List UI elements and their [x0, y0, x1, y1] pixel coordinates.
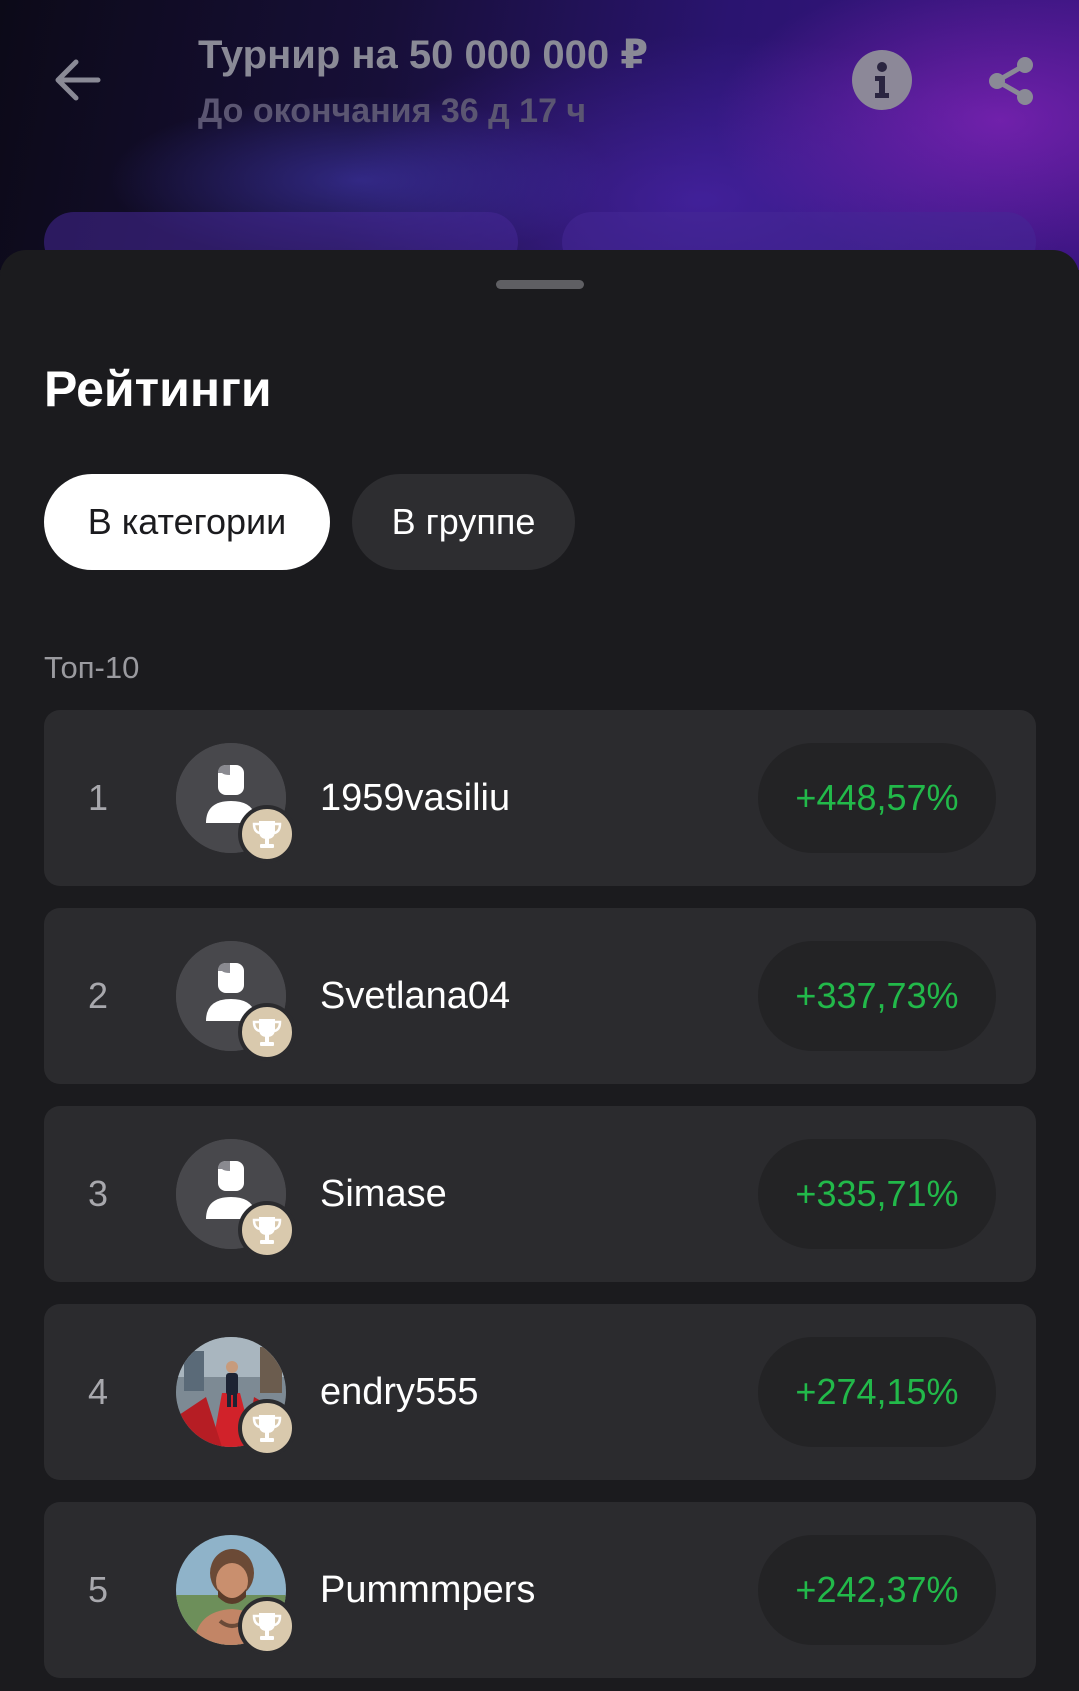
trophy-badge: [238, 1597, 296, 1655]
tab-in-group[interactable]: В группе: [352, 474, 575, 570]
tournament-header-background: Турнир на 50 000 000 ₽ До окончания 36 д…: [0, 0, 1079, 272]
rank-number: 5: [88, 1569, 109, 1610]
tab-in-category[interactable]: В категории: [44, 474, 330, 570]
leaderboard-row[interactable]: 3 Simase +335,71%: [44, 1106, 1036, 1282]
trophy-icon: [252, 1019, 282, 1046]
trophy-icon: [252, 821, 282, 848]
rank-number: 1: [88, 777, 109, 818]
trophy-icon: [252, 1415, 282, 1442]
share-button[interactable]: [980, 50, 1042, 112]
trophy-badge: [238, 1003, 296, 1061]
username: Pummmpers: [320, 1568, 536, 1611]
trophy-badge: [238, 805, 296, 863]
info-button[interactable]: [852, 50, 912, 110]
ratings-bottom-sheet: Рейтинги В категории В группе Топ-10 1 1…: [0, 250, 1079, 1691]
top-10-label: Топ-10: [44, 650, 140, 685]
share-icon: [989, 57, 1033, 105]
trophy-badge: [238, 1399, 296, 1457]
trophy-icon: [252, 1217, 282, 1244]
username: endry555: [320, 1370, 479, 1413]
profit-percent: +274,15%: [758, 1337, 996, 1447]
trophy-icon: [252, 1613, 282, 1640]
rank-number: 3: [88, 1173, 109, 1214]
profit-percent: +335,71%: [758, 1139, 996, 1249]
leaderboard-row[interactable]: 2 Svetlana04 +337,73%: [44, 908, 1036, 1084]
leaderboard-row[interactable]: 1 1959vasiliu +448,57%: [44, 710, 1036, 886]
page-title: Турнир на 50 000 000 ₽: [198, 33, 649, 77]
leaderboard-row[interactable]: 5 Pummmpers +242,37%: [44, 1502, 1036, 1678]
arrow-left-icon: [55, 59, 101, 101]
info-icon: [875, 62, 889, 98]
profit-percent: +337,73%: [758, 941, 996, 1051]
rank-number: 2: [88, 975, 109, 1016]
username: Svetlana04: [320, 974, 511, 1017]
rank-number: 4: [88, 1371, 109, 1412]
sheet-title: Рейтинги: [44, 361, 272, 417]
leaderboard-row[interactable]: 4 endry555 +274,15%: [44, 1304, 1036, 1480]
trophy-badge: [238, 1201, 296, 1259]
profit-percent: +448,57%: [758, 743, 996, 853]
username: 1959vasiliu: [320, 776, 511, 819]
back-button[interactable]: [48, 52, 108, 108]
profit-percent: +242,37%: [758, 1535, 996, 1645]
username: Simase: [320, 1172, 447, 1215]
sheet-drag-handle[interactable]: [496, 280, 584, 289]
countdown-subtitle: До окончания 36 д 17 ч: [198, 92, 587, 130]
